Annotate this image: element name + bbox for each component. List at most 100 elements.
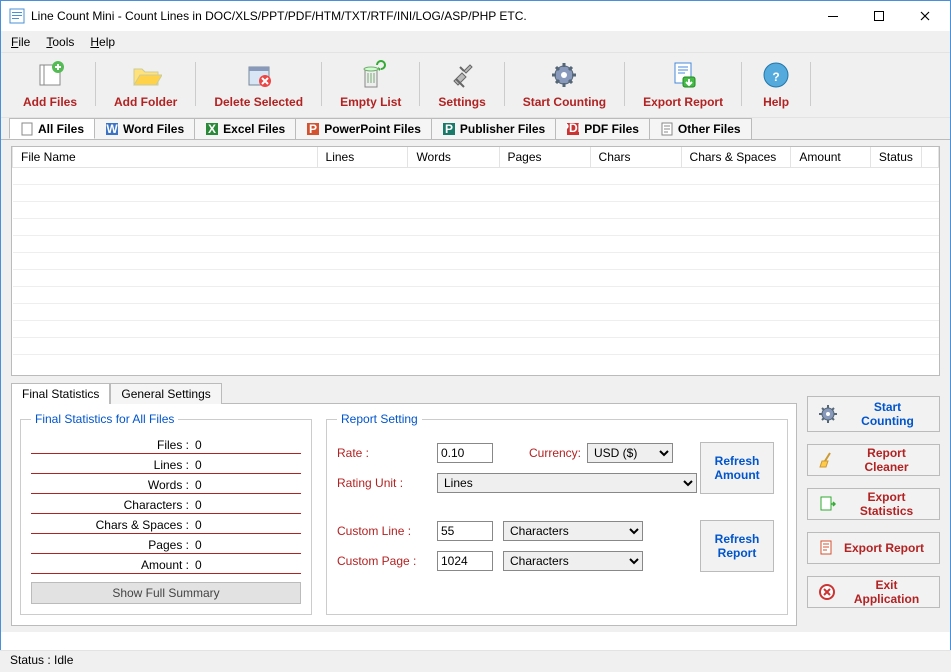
pages-value: 0 [195, 538, 202, 552]
empty-list-button[interactable]: Empty List [328, 57, 413, 111]
rating-unit-label: Rating Unit : [337, 476, 437, 490]
chars-spaces-label: Chars & Spaces : [35, 518, 195, 532]
report-cleaner-action[interactable]: Report Cleaner [807, 444, 940, 476]
title-bar: Line Count Mini - Count Lines in DOC/XLS… [1, 1, 950, 31]
rate-input[interactable] [437, 443, 493, 463]
settings-button[interactable]: Settings [426, 57, 497, 111]
tab-other-files[interactable]: Other Files [649, 118, 752, 139]
files-value: 0 [195, 438, 202, 452]
pages-label: Pages : [35, 538, 195, 552]
svg-text:P: P [309, 122, 317, 136]
col-pages[interactable]: Pages [499, 147, 590, 168]
powerpoint-icon: P [306, 122, 320, 136]
export-report-action[interactable]: Export Report [807, 532, 940, 564]
rating-unit-select[interactable]: Lines [437, 473, 697, 493]
svg-text:PDF: PDF [566, 122, 580, 135]
add-folder-button[interactable]: Add Folder [102, 57, 189, 111]
refresh-report-button[interactable]: Refresh Report [700, 520, 774, 572]
characters-value: 0 [195, 498, 202, 512]
menu-help[interactable]: Help [90, 35, 115, 49]
menu-tools[interactable]: Tools [46, 35, 74, 49]
gear-icon [548, 59, 580, 91]
lines-value: 0 [195, 458, 202, 472]
delete-selected-button[interactable]: Delete Selected [202, 57, 315, 111]
col-file-name[interactable]: File Name [13, 147, 318, 168]
refresh-amount-button[interactable]: Refresh Amount [700, 442, 774, 494]
help-button[interactable]: ? Help [748, 57, 804, 111]
delete-selected-icon [243, 59, 275, 91]
help-label: Help [763, 95, 789, 109]
publisher-icon: P [442, 122, 456, 136]
custom-page-label: Custom Page : [337, 554, 437, 568]
add-folder-icon [130, 59, 162, 91]
tab-word-files[interactable]: WWord Files [94, 118, 195, 139]
start-counting-label: Start Counting [523, 95, 606, 109]
gear-icon [818, 404, 838, 424]
svg-text:?: ? [772, 70, 779, 84]
add-files-button[interactable]: Add Files [11, 57, 89, 111]
settings-label: Settings [438, 95, 485, 109]
file-table[interactable]: File Name Lines Words Pages Chars Chars … [11, 146, 940, 376]
files-label: Files : [35, 438, 195, 452]
final-statistics-group: Final Statistics for All Files Files :0 … [20, 412, 312, 615]
toolbar: Add Files Add Folder Delete Selected Emp… [1, 53, 950, 118]
rate-label: Rate : [337, 446, 437, 460]
menu-bar: File Tools Help [1, 31, 950, 53]
custom-line-input[interactable] [437, 521, 493, 541]
add-files-label: Add Files [23, 95, 77, 109]
tab-pdf-files[interactable]: PDFPDF Files [555, 118, 650, 139]
export-report-icon [667, 59, 699, 91]
pdf-icon: PDF [566, 122, 580, 136]
col-lines[interactable]: Lines [317, 147, 408, 168]
settings-tabs: Final Statistics General Settings [11, 382, 797, 404]
add-folder-label: Add Folder [114, 95, 177, 109]
add-files-icon [34, 59, 66, 91]
report-setting-group: Report Setting Rate : Currency: USD ($) … [326, 412, 788, 615]
tab-all-files[interactable]: All Files [9, 118, 95, 139]
custom-page-input[interactable] [437, 551, 493, 571]
col-chars[interactable]: Chars [590, 147, 681, 168]
lines-label: Lines : [35, 458, 195, 472]
report-legend: Report Setting [337, 412, 422, 426]
svg-text:P: P [445, 122, 453, 136]
exit-application-action[interactable]: Exit Application [807, 576, 940, 608]
col-status[interactable]: Status [870, 147, 921, 168]
close-button[interactable] [902, 2, 948, 30]
characters-label: Characters : [35, 498, 195, 512]
excel-icon: X [205, 122, 219, 136]
word-icon: W [105, 122, 119, 136]
col-chars-spaces[interactable]: Chars & Spaces [681, 147, 791, 168]
show-full-summary-button[interactable]: Show Full Summary [31, 582, 301, 604]
start-counting-action[interactable]: Start Counting [807, 396, 940, 432]
tab-publisher-files[interactable]: PPublisher Files [431, 118, 556, 139]
empty-list-icon [355, 59, 387, 91]
status-bar: Status : Idle [0, 650, 951, 672]
export-statistics-action[interactable]: Export Statistics [807, 488, 940, 520]
currency-select[interactable]: USD ($) [587, 443, 673, 463]
tab-final-statistics[interactable]: Final Statistics [11, 383, 110, 404]
maximize-button[interactable] [856, 2, 902, 30]
file-type-tabs: All Files WWord Files XExcel Files PPowe… [1, 118, 950, 140]
tab-excel-files[interactable]: XExcel Files [194, 118, 296, 139]
start-counting-button[interactable]: Start Counting [511, 57, 618, 111]
app-icon [9, 8, 25, 24]
custom-page-unit-select[interactable]: Characters [503, 551, 643, 571]
menu-file[interactable]: File [11, 35, 30, 49]
export-report-button[interactable]: Export Report [631, 57, 735, 111]
col-words[interactable]: Words [408, 147, 499, 168]
tab-general-settings[interactable]: General Settings [110, 383, 221, 404]
settings-icon [446, 59, 478, 91]
action-panel: Start Counting Report Cleaner Export Sta… [807, 382, 940, 626]
tab-powerpoint-files[interactable]: PPowerPoint Files [295, 118, 432, 139]
export-report-label: Export Report [643, 95, 723, 109]
stats-legend: Final Statistics for All Files [31, 412, 178, 426]
currency-label: Currency: [503, 446, 587, 460]
custom-line-label: Custom Line : [337, 524, 437, 538]
broom-icon [818, 451, 836, 469]
col-amount[interactable]: Amount [791, 147, 871, 168]
minimize-button[interactable] [810, 2, 856, 30]
custom-line-unit-select[interactable]: Characters [503, 521, 643, 541]
words-value: 0 [195, 478, 202, 492]
status-text: Status : Idle [10, 653, 73, 667]
chars-spaces-value: 0 [195, 518, 202, 532]
